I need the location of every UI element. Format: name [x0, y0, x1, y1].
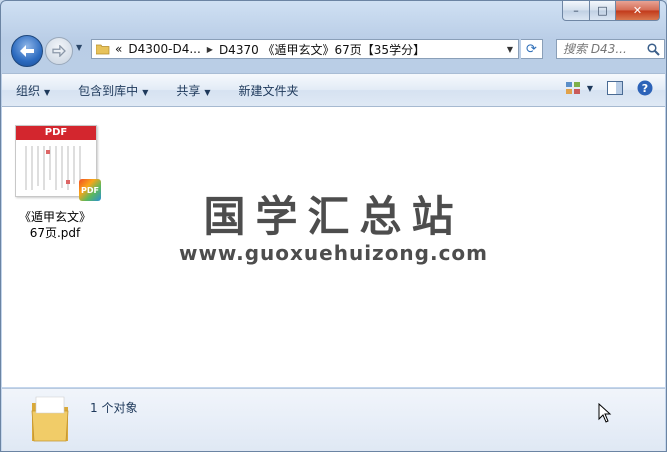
address-overflow[interactable]: «: [115, 42, 122, 56]
folder-icon: [31, 396, 69, 442]
recent-pages-dropdown[interactable]: ▼: [76, 43, 82, 52]
folder-icon: [96, 44, 110, 55]
command-bar: 组织 ▼ 包含到库中 ▼ 共享 ▼ 新建文件夹 ▼ ?: [2, 73, 665, 107]
new-folder-button[interactable]: 新建文件夹: [239, 82, 299, 99]
preview-pane-button[interactable]: [607, 81, 623, 95]
breadcrumb-chevron-icon[interactable]: ▶: [207, 45, 213, 54]
refresh-icon: ⟳: [526, 41, 537, 57]
chevron-down-icon: ▼: [204, 87, 211, 97]
svg-text:?: ?: [642, 82, 648, 95]
maximize-button[interactable]: □: [590, 1, 616, 21]
pdf-header-bar: PDF: [16, 126, 96, 140]
caption-buttons: – □ ✕: [562, 1, 660, 21]
address-dropdown-icon[interactable]: ▼: [507, 45, 513, 54]
organize-menu[interactable]: 组织 ▼: [16, 82, 50, 99]
view-controls: ▼ ?: [565, 80, 653, 96]
minimize-button[interactable]: –: [562, 1, 590, 21]
explorer-window: – □ ✕ ▼ « D4300-D4... ▶ D4370 《遁甲玄文》67页【…: [0, 0, 667, 452]
watermark-url: www.guoxuehuizong.com: [178, 241, 489, 265]
search-input[interactable]: [563, 42, 643, 56]
details-pane: 1 个对象: [2, 388, 665, 451]
change-view-button[interactable]: ▼: [565, 81, 593, 95]
refresh-button[interactable]: ⟳: [521, 39, 543, 59]
back-arrow-icon: [20, 45, 34, 57]
chevron-down-icon: ▼: [142, 87, 149, 97]
watermark-title: 国学汇总站: [203, 192, 464, 241]
organize-label: 组织: [16, 83, 41, 98]
mouse-cursor-icon: [598, 403, 612, 423]
breadcrumb-segment-current[interactable]: D4370 《遁甲玄文》67页【35学分】: [219, 41, 425, 58]
forward-arrow-icon: [52, 45, 66, 57]
share-label: 共享: [176, 83, 201, 98]
navigation-bar: ▼ « D4300-D4... ▶ D4370 《遁甲玄文》67页【35学分】 …: [9, 33, 665, 67]
search-box[interactable]: [556, 39, 665, 59]
item-count: 1 个对象: [90, 401, 138, 415]
breadcrumb-segment[interactable]: D4300-D4...: [128, 42, 200, 56]
include-in-library-menu[interactable]: 包含到库中 ▼: [78, 82, 148, 99]
chevron-down-icon: ▼: [586, 83, 593, 93]
forward-button[interactable]: [45, 37, 73, 65]
back-button[interactable]: [11, 35, 43, 67]
address-bar[interactable]: « D4300-D4... ▶ D4370 《遁甲玄文》67页【35学分】 ▼: [91, 39, 519, 59]
view-grid-icon: [565, 82, 580, 94]
close-button[interactable]: ✕: [616, 1, 660, 21]
chevron-down-icon: ▼: [44, 87, 51, 97]
include-in-library-label: 包含到库中: [78, 83, 139, 98]
search-icon[interactable]: [647, 42, 660, 56]
file-list-area[interactable]: PDF PDF 《遁甲玄文》 67页.pdf 国学汇总站 www.guoxueh…: [2, 107, 665, 387]
share-menu[interactable]: 共享 ▼: [176, 82, 210, 99]
help-icon[interactable]: ?: [637, 80, 653, 96]
